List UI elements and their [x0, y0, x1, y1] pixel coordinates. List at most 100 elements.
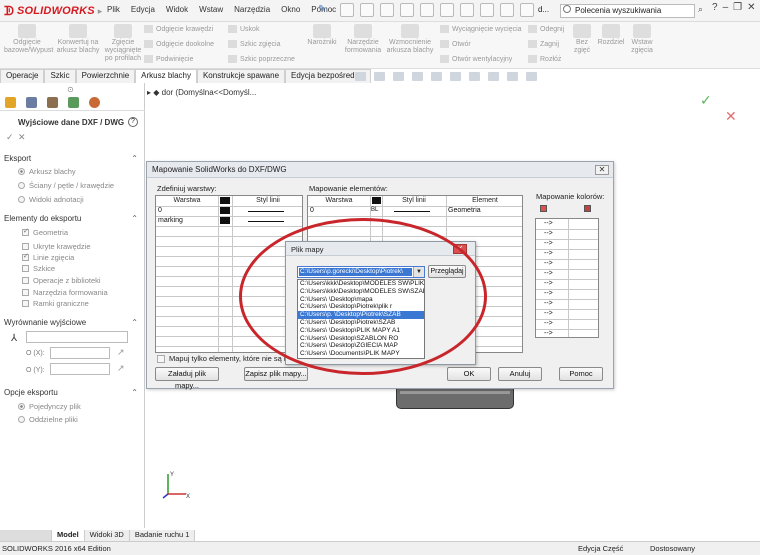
corners-button[interactable]: Narożniki	[305, 24, 339, 47]
help-circle-icon[interactable]: ?	[128, 117, 138, 127]
view-settings-icon[interactable]	[526, 72, 537, 81]
jog-button[interactable]: Uskok	[228, 25, 259, 33]
edit-appearance-icon[interactable]	[488, 72, 499, 81]
layer-row-0[interactable]: 0	[158, 207, 162, 214]
rip-button[interactable]: Rozdziel	[596, 24, 626, 47]
unfold-button[interactable]: Odegnij	[528, 25, 564, 33]
no-bends-button[interactable]: Bez zgięć	[570, 24, 594, 55]
search-input[interactable]: Polecenia wyszukiwania	[560, 4, 695, 18]
mapping-element-cell[interactable]: Geometria	[448, 207, 481, 214]
property-manager-tab-icon[interactable]	[26, 97, 37, 108]
color-red-icon[interactable]	[540, 205, 547, 212]
close-icon[interactable]: ✕	[747, 2, 755, 13]
oy-direction-icon[interactable]: ↗	[117, 363, 125, 374]
collapse-chevron-icon[interactable]: ⌃	[131, 318, 138, 327]
extruded-cut-button[interactable]: Wyciągnięcie wycięcia	[440, 25, 522, 33]
radio-arkusz-blachy[interactable]: Arkusz blachy	[18, 167, 76, 176]
edge-flange-button[interactable]: Odgięcie krawędzi	[144, 25, 213, 33]
checkbox-operacje-biblioteki[interactable]: Operacje z biblioteki	[22, 276, 101, 285]
section-alignment[interactable]: Wyrównanie wyjściowe ⌃	[4, 318, 140, 327]
rebuild-icon[interactable]	[480, 3, 494, 17]
expand-arrow-icon[interactable]: ▸ ◆	[147, 88, 162, 97]
menu-wstaw[interactable]: Wstaw	[199, 5, 223, 14]
vent-button[interactable]: Otwór wentylacyjny	[440, 55, 512, 63]
help-button[interactable]: Pomoc	[559, 367, 603, 381]
tab-konstrukcje-spawane[interactable]: Konstrukcje spawane	[196, 69, 286, 83]
undo-icon[interactable]	[440, 3, 454, 17]
save-icon[interactable]	[400, 3, 414, 17]
print-icon[interactable]	[420, 3, 434, 17]
menu-okno[interactable]: Okno	[281, 5, 300, 14]
hem-button[interactable]: Podwinięcie	[144, 55, 193, 63]
checkbox-ramki-graniczne[interactable]: Ramki graniczne	[22, 299, 89, 308]
color-map-icon[interactable]	[584, 205, 591, 212]
dialog-close-icon[interactable]: ✕	[595, 165, 609, 175]
load-map-button[interactable]: Załaduj plik mapy...	[155, 367, 219, 390]
flatten-button[interactable]: Rozłóż	[528, 55, 561, 63]
hole-button[interactable]: Otwór	[440, 40, 471, 48]
options-icon[interactable]	[520, 3, 534, 17]
collapse-chevron-icon[interactable]: ⌃	[131, 388, 138, 397]
tab-szkic[interactable]: Szkic	[44, 69, 76, 83]
mapping-layer-cell[interactable]: 0	[310, 207, 314, 214]
status-units[interactable]: Dostosowany	[650, 544, 695, 553]
select-icon[interactable]	[460, 3, 474, 17]
insert-bends-button[interactable]: Wstaw zgięcia	[628, 24, 656, 55]
pin-icon[interactable]: ✎	[318, 4, 326, 15]
oy-field[interactable]	[50, 363, 110, 375]
display-manager-tab-icon[interactable]	[89, 97, 100, 108]
convert-sheet-button[interactable]: Konwertuj na arkusz blachy	[56, 24, 100, 55]
section-export[interactable]: Eksport ⌃	[4, 154, 140, 163]
hide-show-icon[interactable]	[469, 72, 480, 81]
color-mapping-table[interactable]: --> --> --> --> --> --> --> --> --> --> …	[535, 218, 599, 338]
tab-scroll-arrows[interactable]	[0, 530, 52, 541]
miter-flange-button[interactable]: Odgięcie dookolne	[144, 40, 214, 48]
radio-sciany[interactable]: Ściany / pętle / krawędzie	[18, 181, 114, 190]
collapse-chevron-icon[interactable]: ⌃	[131, 214, 138, 223]
menu-edycja[interactable]: Edycja	[131, 5, 155, 14]
checkbox-linie-zgiecia[interactable]: Linie zgięcia	[22, 252, 74, 262]
panel-collapse-icon[interactable]: ⊙	[67, 85, 74, 94]
menu-widok[interactable]: Widok	[166, 5, 188, 14]
checkbox-ukryte-krawedzie[interactable]: Ukryte krawędzie	[22, 242, 91, 251]
home-icon[interactable]	[340, 3, 354, 17]
zoom-area-icon[interactable]	[374, 72, 385, 81]
confirm-corner-check-icon[interactable]: ✓	[700, 92, 712, 109]
radio-pojedynczy-plik[interactable]: Pojedynczy plik	[18, 402, 81, 411]
checkbox-geometria[interactable]: Geometria	[22, 227, 68, 237]
ok-button[interactable]: OK	[447, 367, 491, 381]
collapse-chevron-icon[interactable]: ⌃	[131, 154, 138, 163]
cancel-x-icon[interactable]: ✕	[18, 132, 26, 143]
feature-manager-tab-icon[interactable]	[5, 97, 16, 108]
file-properties-icon[interactable]	[500, 3, 514, 17]
lofted-bend-button[interactable]: Zgięcie wyciągnięte po profilach	[104, 24, 142, 63]
confirm-corner-cancel-icon[interactable]: ✕	[725, 108, 737, 125]
tab-badanie-ruchu[interactable]: Badanie ruchu 1	[129, 530, 196, 541]
forming-tool-button[interactable]: Narzędzie formowania	[343, 24, 383, 55]
ox-field[interactable]	[50, 347, 110, 359]
open-file-icon[interactable]	[380, 3, 394, 17]
minimize-icon[interactable]: –	[723, 2, 729, 13]
ox-direction-icon[interactable]: ↗	[117, 347, 125, 358]
tab-arkusz-blachy[interactable]: Arkusz blachy	[135, 69, 197, 83]
menu-narzedzia[interactable]: Narzędzia	[234, 5, 270, 14]
search-go-icon[interactable]: ⌕	[698, 4, 703, 15]
view-orientation-icon[interactable]	[431, 72, 442, 81]
section-export-options[interactable]: Opcje eksportu ⌃	[4, 388, 140, 397]
zoom-fit-icon[interactable]	[355, 72, 366, 81]
brand-arrow-icon[interactable]: ▸	[98, 6, 103, 17]
checkbox-narzedzia-formowania[interactable]: Narzędzia formowania	[22, 288, 108, 297]
radio-oddzielne-pliki[interactable]: Oddzielne pliki	[18, 415, 78, 424]
menu-plik[interactable]: Plik	[107, 5, 120, 14]
base-flange-button[interactable]: Odgięcie bazowe/Wypust	[4, 24, 53, 55]
restore-icon[interactable]: ❐	[733, 2, 742, 13]
radio-widoki-adnotacji[interactable]: Widoki adnotacji	[18, 195, 84, 204]
tab-powierzchnie[interactable]: Powierzchnie	[75, 69, 136, 83]
help-icon[interactable]: ?	[712, 2, 718, 13]
new-file-icon[interactable]	[360, 3, 374, 17]
section-view-icon[interactable]	[412, 72, 423, 81]
tab-operacje[interactable]: Operacje	[0, 69, 45, 83]
save-map-button[interactable]: Zapisz plik mapy...	[244, 367, 308, 381]
configuration-manager-tab-icon[interactable]	[47, 97, 58, 108]
layer-row-marking[interactable]: marking	[158, 217, 183, 224]
